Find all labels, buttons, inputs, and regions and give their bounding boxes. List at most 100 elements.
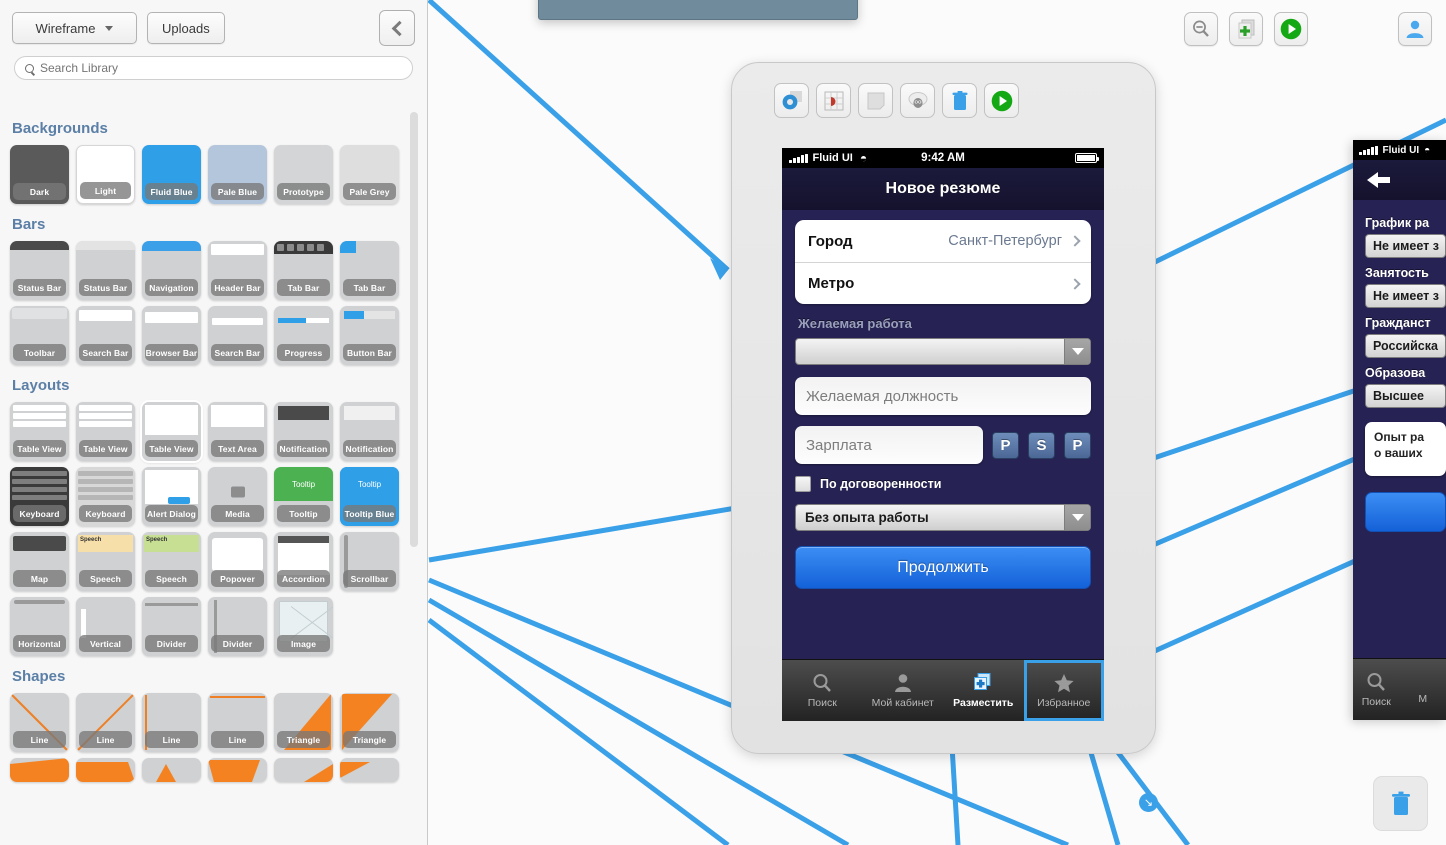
library-tile[interactable]: Tab Bar: [340, 241, 399, 300]
library-tile[interactable]: Table View: [140, 400, 203, 463]
library-tile[interactable]: Pale Grey: [340, 145, 399, 204]
library-tile[interactable]: Button Bar: [340, 306, 399, 365]
uploads-button[interactable]: Uploads: [147, 12, 225, 44]
library-tile[interactable]: Divider: [208, 597, 267, 656]
library-tile[interactable]: Pale Blue: [208, 145, 267, 204]
library-tile[interactable]: Status Bar: [76, 241, 135, 300]
library-tile[interactable]: Popover: [208, 532, 267, 591]
library-tile[interactable]: Triangle: [274, 693, 333, 752]
library-tile[interactable]: Speech Speech: [142, 532, 201, 591]
tab-account-right[interactable]: М: [1400, 659, 1446, 720]
search-input[interactable]: [40, 61, 402, 75]
library-tile[interactable]: [274, 758, 333, 782]
row-city[interactable]: Город Санкт-Петербург: [795, 220, 1091, 262]
library-tile[interactable]: Progress: [274, 306, 333, 365]
tab-search-right[interactable]: Поиск: [1353, 659, 1400, 720]
library-tile[interactable]: Keyboard: [10, 467, 69, 526]
library-tile[interactable]: Text Area: [208, 402, 267, 461]
library-tile[interactable]: Alert Dialog: [142, 467, 201, 526]
library-tile[interactable]: [10, 758, 69, 782]
currency-button-rub[interactable]: P: [992, 431, 1019, 459]
add-page-button[interactable]: [1229, 12, 1263, 46]
library-tile[interactable]: Tooltip Tooltip Blue: [340, 467, 399, 526]
scroll-indicator-badge[interactable]: ↘: [1139, 793, 1158, 812]
library-tile[interactable]: Table View: [76, 402, 135, 461]
page-preview-button[interactable]: [984, 83, 1019, 118]
library-tile[interactable]: Tab Bar: [274, 241, 333, 300]
duplicate-page-button[interactable]: [858, 83, 893, 118]
library-tile[interactable]: Speech Speech: [76, 532, 135, 591]
sidebar-scrollbar-thumb[interactable]: [410, 112, 418, 547]
library-tile[interactable]: Notification: [340, 402, 399, 461]
negotiable-checkbox[interactable]: [795, 476, 811, 492]
library-tile[interactable]: Map: [10, 532, 69, 591]
library-tile[interactable]: Light: [76, 145, 135, 204]
account-button[interactable]: [1398, 12, 1432, 46]
back-arrow-icon[interactable]: [1367, 172, 1390, 188]
library-tile[interactable]: [208, 758, 267, 782]
settings-gear-button[interactable]: [774, 83, 809, 118]
library-tile[interactable]: Line: [142, 693, 201, 752]
row-metro[interactable]: Метро: [795, 262, 1091, 304]
field-value-citizenship[interactable]: Российска: [1365, 334, 1446, 358]
canvas-trash-button[interactable]: [1373, 776, 1428, 831]
experience-select[interactable]: Без опыта работы: [795, 504, 1091, 531]
collapse-sidebar-button[interactable]: [379, 10, 415, 46]
library-tile[interactable]: Status Bar: [10, 241, 69, 300]
experience-textarea[interactable]: Опыт ра о ваших: [1365, 422, 1446, 476]
library-tile[interactable]: Table View: [10, 402, 69, 461]
field-value-education[interactable]: Высшее: [1365, 384, 1446, 408]
tab-post[interactable]: Разместить: [943, 660, 1024, 721]
library-tile[interactable]: Line: [76, 693, 135, 752]
currency-button-usd[interactable]: S: [1028, 431, 1055, 459]
library-tile[interactable]: [142, 758, 201, 782]
library-tile[interactable]: Notification: [274, 402, 333, 461]
delete-page-button[interactable]: [942, 83, 977, 118]
search-box[interactable]: [14, 56, 413, 80]
preview-play-button[interactable]: [1274, 12, 1308, 46]
library-tile[interactable]: Browser Bar: [142, 306, 201, 365]
library-scroll-area[interactable]: Backgrounds Dark Light Fluid Blue Pale B…: [0, 108, 427, 845]
continue-button[interactable]: Продолжить: [795, 546, 1091, 589]
prototype-canvas[interactable]: Fluid UI ◓ 9:42 AM Новое резюме Город Са…: [428, 0, 1446, 845]
currency-button-eur[interactable]: P: [1064, 431, 1091, 459]
zoom-out-button[interactable]: [1184, 12, 1218, 46]
library-tile[interactable]: Horizontal: [10, 597, 69, 656]
library-tile[interactable]: Search Bar: [208, 306, 267, 365]
job-category-select[interactable]: [795, 338, 1091, 365]
library-tile[interactable]: Fluid Blue: [142, 145, 201, 204]
library-tile[interactable]: Divider: [142, 597, 201, 656]
tab-account[interactable]: Мой кабинет: [863, 660, 944, 721]
library-tile[interactable]: Line: [208, 693, 267, 752]
library-tile[interactable]: Keyboard: [76, 467, 135, 526]
library-tile[interactable]: Triangle: [340, 693, 399, 752]
device-screen-right[interactable]: Fluid UI ◓ График ра Не имеет з Занятост…: [1353, 140, 1446, 720]
library-tile[interactable]: Line: [10, 693, 69, 752]
library-tile[interactable]: Scrollbar: [340, 532, 399, 591]
library-tile[interactable]: Prototype: [274, 145, 333, 204]
tab-favorites[interactable]: Избранное: [1023, 660, 1104, 721]
library-tile[interactable]: Toolbar: [10, 306, 69, 365]
field-value-employment[interactable]: Не имеет з: [1365, 284, 1446, 308]
library-tile[interactable]: Dark: [10, 145, 69, 204]
transitions-button[interactable]: [816, 83, 851, 118]
library-tile[interactable]: Tooltip Tooltip: [274, 467, 333, 526]
partial-device-above[interactable]: [538, 0, 858, 20]
library-tile[interactable]: Navigation: [142, 241, 201, 300]
device-frame-main[interactable]: Fluid UI ◓ 9:42 AM Новое резюме Город Са…: [731, 62, 1156, 754]
library-tile[interactable]: Header Bar: [208, 241, 267, 300]
library-tile[interactable]: [76, 758, 135, 782]
library-tile[interactable]: Vertical: [76, 597, 135, 656]
negotiable-row[interactable]: По договоренности: [795, 476, 1091, 492]
field-value-schedule[interactable]: Не имеет з: [1365, 234, 1446, 258]
library-tile[interactable]: Search Bar: [76, 306, 135, 365]
sheep-button[interactable]: [900, 83, 935, 118]
library-tile[interactable]: Accordion: [274, 532, 333, 591]
library-tile[interactable]: Image: [274, 597, 333, 656]
library-tile[interactable]: [340, 758, 399, 782]
tab-search[interactable]: Поиск: [782, 660, 863, 721]
position-input[interactable]: Желаемая должность: [795, 377, 1091, 415]
library-selector-button[interactable]: Wireframe: [12, 12, 137, 44]
library-tile[interactable]: Media: [208, 467, 267, 526]
continue-button-right[interactable]: [1365, 492, 1446, 532]
